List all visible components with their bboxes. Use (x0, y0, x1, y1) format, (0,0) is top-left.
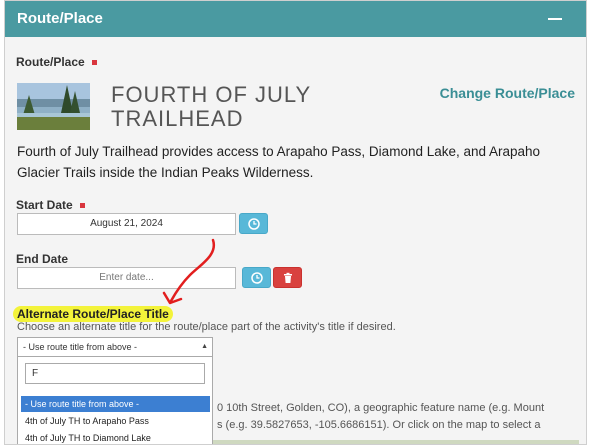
dropdown-option[interactable]: - Use route title from above - (21, 396, 210, 412)
collapse-button[interactable] (546, 11, 566, 27)
start-date-label: Start Date (16, 198, 85, 212)
clock-icon (251, 272, 263, 284)
required-marker (91, 60, 97, 66)
dropdown-option[interactable]: 4th of July TH to Arapaho Pass (21, 413, 210, 429)
alternate-title-help: Choose an alternate title for the route/… (17, 321, 396, 333)
route-place-panel: Route/Place Route/Place FOURTH OF JULY T… (4, 0, 587, 445)
location-help-text: 0 10th Street, Golden, CO), a geographic… (217, 402, 545, 431)
route-place-label: Route/Place (16, 55, 97, 69)
panel-title: Route/Place (17, 10, 103, 27)
start-date-input[interactable]: August 21, 2024 (17, 213, 236, 235)
trailhead-photo (17, 83, 90, 130)
route-description: Fourth of July Trailhead provides access… (17, 144, 541, 180)
alternate-title-label: Alternate Route/Place Title (13, 306, 173, 322)
place-title: FOURTH OF JULY TRAILHEAD (111, 82, 312, 131)
chevron-down-icon: ▲ (201, 343, 208, 350)
clear-end-date-button[interactable] (273, 267, 302, 288)
end-date-picker-button[interactable] (242, 267, 271, 288)
alternate-title-select[interactable]: - Use route title from above - ▲ (17, 337, 213, 357)
end-date-input[interactable]: Enter date... (17, 267, 236, 289)
clock-icon (248, 218, 260, 230)
trash-icon (284, 272, 292, 283)
alternate-title-dropdown: F - Use route title from above - 4th of … (17, 357, 213, 444)
end-date-label: End Date (16, 252, 69, 266)
change-route-place-link[interactable]: Change Route/Place (440, 85, 575, 101)
required-marker (79, 203, 85, 209)
dropdown-option[interactable]: 4th of July TH to Diamond Lake (21, 430, 210, 444)
map-preview[interactable] (213, 440, 579, 444)
panel-header: Route/Place (5, 1, 586, 37)
start-date-picker-button[interactable] (239, 213, 268, 234)
dropdown-search-input[interactable]: F (25, 363, 205, 384)
